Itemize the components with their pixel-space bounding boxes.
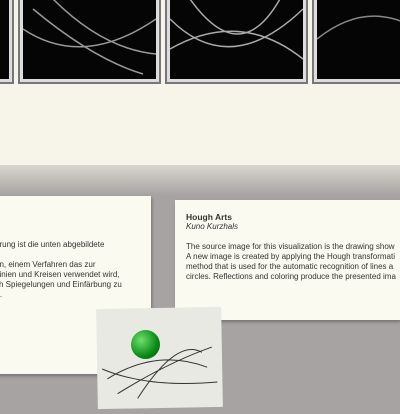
wall-shadow xyxy=(0,165,400,195)
artwork-frame xyxy=(0,0,12,82)
green-ball xyxy=(131,330,160,359)
artwork-frame xyxy=(167,0,306,82)
card-text-line xyxy=(0,250,151,260)
artwork-title: Hough Arts xyxy=(186,212,232,222)
card-text-line: circles. Reflections and coloring produc… xyxy=(186,272,396,281)
card-text-line: The source image for this visualization … xyxy=(186,242,395,251)
artwork-frame xyxy=(20,0,159,82)
card-text-line: erung ist die unten abgebildete xyxy=(0,240,105,249)
card-text-line: A new image is created by applying the H… xyxy=(186,252,396,261)
card-text-line: method that is used for the automatic re… xyxy=(186,262,394,271)
card-text-line: rt. xyxy=(0,290,3,299)
card-text-line: on, einem Verfahren das zur xyxy=(0,260,96,269)
right-label-card: Hough Arts Kuno Kurzhals The source imag… xyxy=(175,200,400,320)
source-drawing xyxy=(96,306,223,410)
artwork-frame xyxy=(314,0,400,82)
card-text-line: ch Spiegelungen und Einfärbung zu xyxy=(0,280,122,289)
artwork-author: Kuno Kurzhals xyxy=(186,222,239,231)
card-text-line: Linien und Kreisen verwendet wird, xyxy=(0,270,120,279)
